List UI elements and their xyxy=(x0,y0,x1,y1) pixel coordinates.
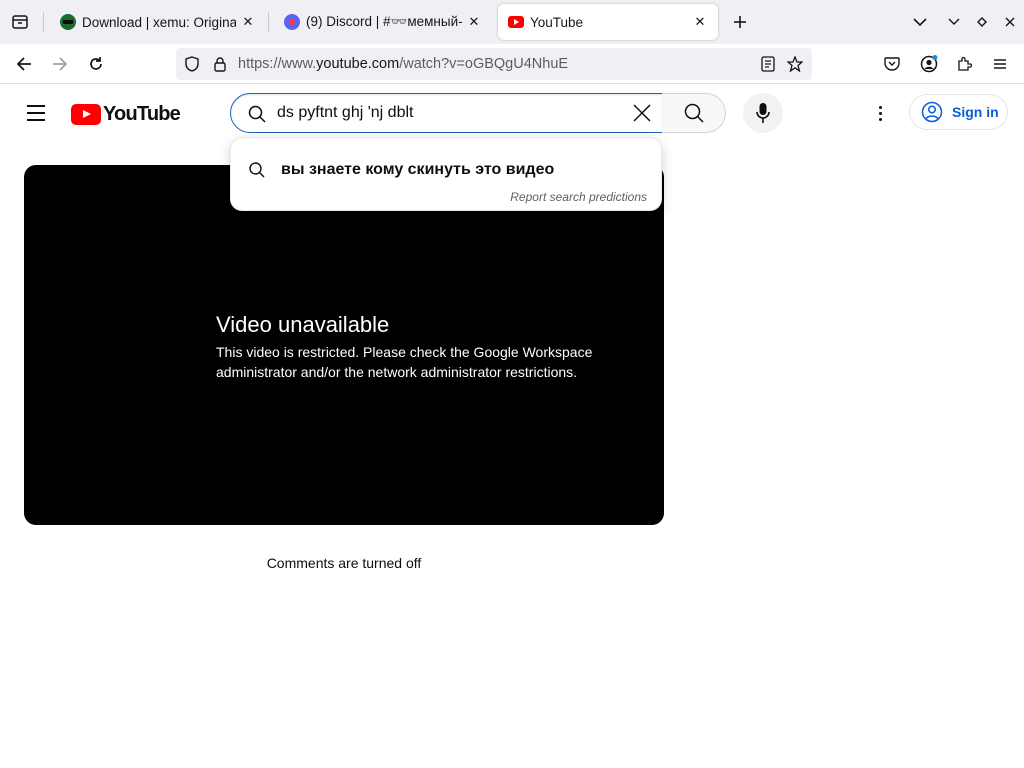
sign-in-label: Sign in xyxy=(952,104,999,120)
lock-icon[interactable] xyxy=(212,56,228,72)
tab-title: YouTube xyxy=(530,14,584,30)
player-error-title: Video unavailable xyxy=(216,312,390,337)
search-suggestions-dropdown: вы знаете кому скинуть это видео Report … xyxy=(230,137,662,211)
tab-list-icon[interactable] xyxy=(8,10,32,34)
close-tab-icon[interactable]: ✕ xyxy=(240,14,256,30)
video-player[interactable]: Video unavailable This video is restrict… xyxy=(24,165,664,525)
clear-search-icon[interactable] xyxy=(629,100,655,126)
close-tab-icon[interactable]: ✕ xyxy=(692,14,708,30)
close-tab-icon[interactable]: ✕ xyxy=(466,14,482,30)
settings-more-icon[interactable] xyxy=(868,101,892,125)
search-icon xyxy=(684,103,704,123)
browser-tab-xemu[interactable]: Download | xemu: Origina ✕ xyxy=(50,4,266,40)
browser-tab-discord[interactable]: (9) Discord | #👓мемный-ф ✕ xyxy=(274,4,492,40)
minimize-window-icon[interactable] xyxy=(942,10,966,34)
tab-title: Download | xemu: Origina xyxy=(82,14,236,30)
new-tab-icon[interactable] xyxy=(728,10,752,34)
search-icon xyxy=(247,160,267,180)
tab-title: (9) Discord | #👓мемный-ф xyxy=(306,14,462,29)
tab-separator xyxy=(268,12,269,32)
url-domain: youtube.com xyxy=(316,56,400,72)
url-path: /watch?v=oGBQgU4NhuE xyxy=(399,56,569,72)
sign-in-button[interactable]: Sign in xyxy=(909,94,1008,130)
suggestion-text: вы знаете кому скинуть это видео xyxy=(281,161,555,178)
extensions-icon[interactable] xyxy=(952,52,976,76)
search-box[interactable] xyxy=(230,93,663,133)
report-predictions-link[interactable]: Report search predictions xyxy=(510,190,647,204)
xemu-favicon-icon xyxy=(60,14,76,30)
youtube-play-icon xyxy=(71,104,101,125)
search-suggestion-item[interactable]: вы знаете кому скинуть это видео xyxy=(231,152,661,188)
guide-menu-icon[interactable] xyxy=(24,101,48,125)
browser-nav-bar: https://www.youtube.com/watch?v=oGBQgU4N… xyxy=(0,44,1024,84)
close-window-icon[interactable] xyxy=(998,10,1022,34)
app-menu-icon[interactable] xyxy=(988,52,1012,76)
account-icon[interactable] xyxy=(917,52,941,76)
list-all-tabs-icon[interactable] xyxy=(908,10,932,34)
url-bar[interactable]: https://www.youtube.com/watch?v=oGBQgU4N… xyxy=(176,48,812,80)
tracking-shield-icon[interactable] xyxy=(184,56,200,72)
voice-search-button[interactable] xyxy=(743,93,783,133)
youtube-favicon-icon xyxy=(508,16,524,28)
microphone-icon xyxy=(756,103,770,123)
back-arrow-icon[interactable] xyxy=(12,52,36,76)
search-input[interactable] xyxy=(277,102,607,124)
comments-status: Comments are turned off xyxy=(266,555,422,571)
bookmark-star-icon[interactable] xyxy=(787,56,803,72)
account-circle-icon xyxy=(920,100,944,124)
tab-separator xyxy=(43,12,44,32)
youtube-logo[interactable]: YouTube xyxy=(71,103,181,126)
discord-favicon-icon xyxy=(284,14,300,30)
forward-arrow-icon[interactable] xyxy=(48,52,72,76)
browser-tab-strip: Download | xemu: Origina ✕ (9) Discord |… xyxy=(0,0,1024,44)
url-prefix: https://www. xyxy=(238,56,317,72)
search-icon xyxy=(247,104,267,124)
url-text[interactable]: https://www.youtube.com/watch?v=oGBQgU4N… xyxy=(238,56,568,72)
maximize-window-icon[interactable] xyxy=(970,10,994,34)
youtube-masthead: YouTube Sign in xyxy=(0,85,1024,141)
reader-view-icon[interactable] xyxy=(760,56,776,72)
search-button[interactable] xyxy=(662,93,726,133)
browser-tab-youtube[interactable]: YouTube ✕ xyxy=(498,4,718,40)
youtube-logo-text: YouTube xyxy=(103,103,181,125)
pocket-icon[interactable] xyxy=(880,52,904,76)
reload-icon[interactable] xyxy=(84,52,108,76)
player-error-message: This video is restricted. Please check t… xyxy=(216,344,593,380)
